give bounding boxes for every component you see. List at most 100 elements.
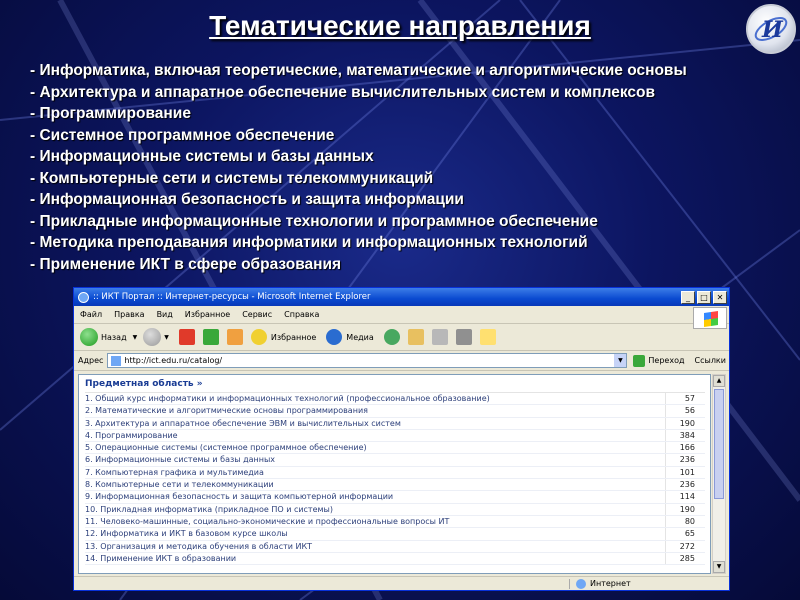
media-button-label[interactable]: Медиа <box>346 333 373 342</box>
resource-count: 80 <box>665 515 705 528</box>
table-row: 11. Человеко-машинные, социально-экономи… <box>85 515 705 529</box>
security-zone: Интернет <box>569 578 729 589</box>
resource-count: 190 <box>665 417 705 429</box>
svg-text:И: И <box>761 17 784 43</box>
topic-item: Методика преподавания информатики и инфо… <box>30 232 687 254</box>
topic-item: Компьютерные сети и системы телекоммуник… <box>30 168 687 190</box>
menu-favorites[interactable]: Избранное <box>185 310 230 319</box>
menu-tools[interactable]: Сервис <box>242 310 272 319</box>
topic-item: Программирование <box>30 103 687 125</box>
zone-label: Интернет <box>590 579 631 588</box>
table-row: 2. Математические и алгоритмические осно… <box>85 405 705 418</box>
toolbar: Назад ▼ ▼ Избранное Медиа <box>74 324 729 351</box>
resource-count: 101 <box>665 466 705 479</box>
slide-title: Тематические направления <box>209 10 591 41</box>
catalog-link[interactable]: 2. Математические и алгоритмические осно… <box>85 405 665 416</box>
scroll-down-icon[interactable]: ▼ <box>713 561 725 573</box>
table-row: 12. Информатика и ИКТ в базовом курсе шк… <box>85 528 705 541</box>
catalog-link[interactable]: 12. Информатика и ИКТ в базовом курсе шк… <box>85 528 665 539</box>
logo-icon: И <box>746 4 796 54</box>
table-row: 4. Программирование 384 <box>85 429 705 443</box>
favorites-button-label[interactable]: Избранное <box>271 333 316 342</box>
topic-list: Информатика, включая теоретические, мате… <box>30 60 687 275</box>
table-row: 10. Прикладная информатика (прикладное П… <box>85 503 705 516</box>
table-row: 6. Информационные системы и базы данных 2… <box>85 454 705 467</box>
topic-item: Архитектура и аппаратное обеспечение выч… <box>30 82 687 104</box>
back-button-label[interactable]: Назад <box>101 333 127 342</box>
table-row: 13. Организация и методика обучения в об… <box>85 540 705 553</box>
home-icon[interactable] <box>226 329 243 345</box>
topic-item: Информационные системы и базы данных <box>30 146 687 168</box>
print-icon[interactable] <box>431 329 448 345</box>
windows-logo-icon <box>693 307 727 329</box>
menu-file[interactable]: Файл <box>80 310 102 319</box>
catalog-link[interactable]: 1. Общий курс информатики и информационн… <box>85 393 665 404</box>
window-title: :: ИКТ Портал :: Интернет-ресурсы - Micr… <box>93 292 371 302</box>
messenger-icon[interactable] <box>479 329 496 345</box>
catalog-table: Предметная область » 1. Общий курс инфор… <box>85 379 705 566</box>
table-row: 9. Информационная безопасность и защита … <box>85 491 705 504</box>
menu-view[interactable]: Вид <box>157 310 173 319</box>
table-row: 5. Операционные системы (системное прогр… <box>85 442 705 455</box>
scroll-up-icon[interactable]: ▲ <box>713 375 725 387</box>
catalog-link[interactable]: 7. Компьютерная графика и мультимедиа <box>85 467 665 478</box>
links-button[interactable]: Ссылки <box>695 356 726 365</box>
address-input[interactable]: http://ict.edu.ru/catalog/ ▼ <box>107 353 628 368</box>
window-titlebar[interactable]: :: ИКТ Портал :: Интернет-ресурсы - Micr… <box>74 288 729 306</box>
address-bar: Адрес http://ict.edu.ru/catalog/ ▼ Перех… <box>74 351 729 371</box>
status-bar: Интернет <box>74 576 729 590</box>
catalog-link[interactable]: 4. Программирование <box>85 430 665 441</box>
topic-item: Системное программное обеспечение <box>30 125 687 147</box>
resource-count: 236 <box>665 479 705 491</box>
vertical-scrollbar[interactable]: ▲ ▼ <box>712 374 726 574</box>
catalog-link[interactable]: 3. Архитектура и аппаратное обеспечение … <box>85 418 665 429</box>
resource-count: 190 <box>665 503 705 515</box>
catalog-link[interactable]: 5. Операционные системы (системное прогр… <box>85 442 665 453</box>
close-button[interactable]: ✕ <box>713 290 727 304</box>
resource-count: 114 <box>665 491 705 503</box>
go-button[interactable]: Переход <box>648 356 684 365</box>
table-row: 8. Компьютерные сети и телекоммуникации 2… <box>85 479 705 492</box>
catalog-link[interactable]: 10. Прикладная информатика (прикладное П… <box>85 504 665 515</box>
media-icon[interactable] <box>326 329 343 345</box>
catalog-link[interactable]: 9. Информационная безопасность и защита … <box>85 491 665 502</box>
topic-item: Информационная безопасность и защита инф… <box>30 189 687 211</box>
catalog-link[interactable]: 11. Человеко-машинные, социально-экономи… <box>85 516 665 527</box>
catalog-link[interactable]: 13. Организация и методика обучения в об… <box>85 541 665 552</box>
table-row: 1. Общий курс информатики и информационн… <box>85 393 705 406</box>
stop-icon[interactable] <box>178 329 195 345</box>
mail-icon[interactable] <box>407 329 424 345</box>
page-content: Предметная область » 1. Общий курс инфор… <box>78 374 711 574</box>
scroll-thumb[interactable] <box>714 389 724 499</box>
chevron-down-icon[interactable]: ▼ <box>133 334 138 341</box>
chevron-down-icon[interactable]: ▼ <box>164 334 169 341</box>
edit-icon[interactable] <box>455 329 472 345</box>
catalog-link[interactable]: 14. Применение ИКТ в образовании <box>85 553 665 564</box>
minimize-button[interactable]: _ <box>681 290 695 304</box>
catalog-link[interactable]: 8. Компьютерные сети и телекоммуникации <box>85 479 665 490</box>
resource-count: 285 <box>665 552 705 565</box>
table-row: 3. Архитектура и аппаратное обеспечение … <box>85 417 705 430</box>
resource-count: 166 <box>665 442 705 454</box>
back-icon[interactable] <box>80 328 98 346</box>
resource-count: 65 <box>665 528 705 540</box>
menu-edit[interactable]: Правка <box>114 310 144 319</box>
resource-count: 56 <box>665 405 705 417</box>
maximize-button[interactable]: □ <box>697 290 711 304</box>
browser-window: :: ИКТ Портал :: Интернет-ресурсы - Micr… <box>73 287 730 591</box>
menu-help[interactable]: Справка <box>284 310 319 319</box>
catalog-header[interactable]: Предметная область » <box>85 379 705 393</box>
page-icon <box>111 355 122 366</box>
table-row: 14. Применение ИКТ в образовании 285 <box>85 552 705 566</box>
address-url[interactable]: http://ict.edu.ru/catalog/ <box>124 356 614 365</box>
refresh-icon[interactable] <box>202 329 219 345</box>
history-icon[interactable] <box>383 329 400 345</box>
chevron-down-icon[interactable]: ▼ <box>614 354 627 367</box>
ie-icon <box>78 291 89 303</box>
table-row: 7. Компьютерная графика и мультимедиа 101 <box>85 466 705 480</box>
go-icon[interactable] <box>633 354 646 367</box>
forward-icon[interactable] <box>143 328 162 346</box>
star-icon[interactable] <box>250 329 267 345</box>
menu-bar: Файл Правка Вид Избранное Сервис Справка <box>74 306 729 324</box>
catalog-link[interactable]: 6. Информационные системы и базы данных <box>85 454 665 465</box>
